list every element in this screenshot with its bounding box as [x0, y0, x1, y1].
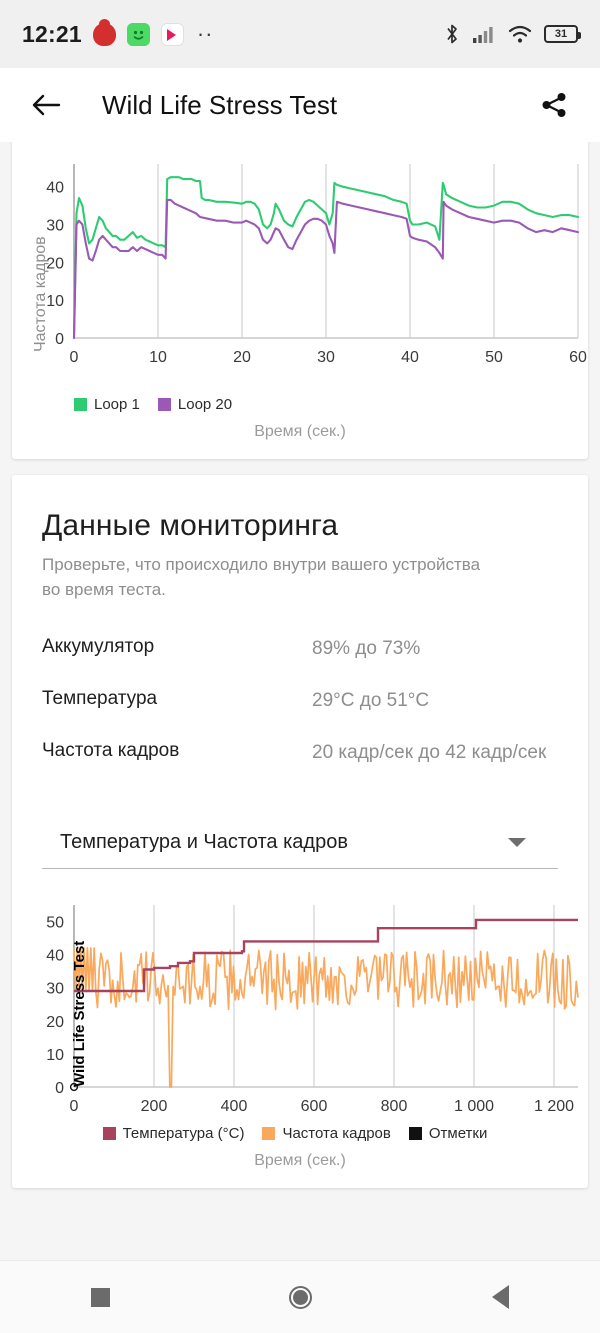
legend-label-loop1: Loop 1	[94, 396, 140, 413]
share-icon	[542, 93, 566, 117]
recents-button[interactable]	[55, 1261, 145, 1333]
svg-text:0: 0	[70, 349, 79, 366]
svg-text:30: 30	[317, 349, 335, 366]
monitoring-key-framerate: Частота кадров	[42, 739, 180, 761]
monitoring-subtitle: Проверьте, что происходило внутри вашего…	[42, 555, 481, 599]
cellular-signal-icon	[473, 27, 493, 43]
monitoring-card: Данные мониторинга Проверьте, что происх…	[12, 475, 588, 1189]
monitoring-value-battery: 89% до 73%	[312, 638, 421, 660]
chart2-x-axis-label: Время (сек.)	[254, 1152, 346, 1170]
temperature-framerate-chart[interactable]: 0 10 20 30 40 50 0 200 400 600 800 1 000 1 200 Wild …	[12, 891, 588, 1121]
home-button[interactable]	[255, 1261, 345, 1333]
green-app-glyph	[126, 22, 150, 46]
back-arrow-icon	[32, 94, 61, 116]
monitoring-key-temperature: Температура	[42, 687, 158, 709]
svg-text:10: 10	[46, 1047, 64, 1064]
chart2-legend: Температура (°C) Частота кадров Отметки	[12, 1121, 588, 1142]
chart-selector-wrap: Температура и Частота кадров	[42, 827, 558, 870]
battery-icon: 31	[544, 25, 581, 43]
svg-text:10: 10	[149, 349, 167, 366]
monitoring-value-framerate: 20 кадр/сек до 42 кадр/сек	[312, 741, 547, 763]
circle-icon	[288, 1285, 312, 1309]
triangle-back-icon	[491, 1285, 509, 1309]
chart1-gridlines	[157, 164, 579, 338]
share-button[interactable]	[532, 83, 576, 127]
overflow-dots-icon: ··	[196, 21, 214, 46]
svg-text:30: 30	[46, 218, 64, 235]
legend-item-marks[interactable]: Отметки	[408, 1125, 488, 1143]
legend-item-framerate[interactable]: Частота кадров	[262, 1125, 391, 1143]
chart2-series	[69, 918, 579, 1092]
monitoring-row-framerate: Частота кадров 20 кадр/сек до 42 кадр/се…	[42, 740, 558, 766]
legend-label-marks: Отметки	[428, 1125, 488, 1143]
fps-loop-chart-svg: 0102030400 10 20 30 40 50 60	[46, 164, 587, 366]
status-bar-right: 31	[444, 23, 581, 45]
chart1-y-axis-label: Частота кадров	[32, 236, 49, 352]
legend-item-loop20[interactable]: Loop 20	[157, 396, 233, 413]
svg-text:0: 0	[55, 331, 64, 348]
square-icon	[90, 1287, 110, 1307]
chevron-down-icon	[508, 838, 526, 848]
chart2-annotation: Wild Life Stress Test	[71, 941, 88, 1087]
bluetooth-icon	[447, 24, 457, 44]
svg-text:20: 20	[46, 1014, 64, 1031]
svg-text:50: 50	[46, 915, 64, 932]
legend-label-framerate: Частота кадров	[282, 1125, 391, 1143]
monitoring-value-temperature: 29°C до 51°C	[312, 689, 430, 711]
battery-level-label: 31	[554, 28, 568, 40]
app-bar: Wild Life Stress Test	[0, 68, 600, 142]
svg-text:40: 40	[401, 349, 419, 366]
monitoring-info: Данные мониторинга Проверьте, что происх…	[12, 475, 588, 817]
svg-text:800: 800	[381, 1098, 408, 1115]
svg-text:50: 50	[485, 349, 503, 366]
svg-text:60: 60	[569, 349, 587, 366]
scroll-content[interactable]: 0 10 20 30 40 0 10 20 30 40 50 60 Частота кадров Lo…	[0, 142, 600, 1260]
legend-swatch-framerate	[262, 1127, 276, 1141]
chart2-tick-labels: 0 10 20 30 40 50 0 200 400 600 800 1 000 1 200	[46, 915, 574, 1115]
play-app-icon	[160, 22, 184, 46]
chart1-legend: Loop 1 Loop 20	[12, 392, 588, 413]
fps-chart-card: 0 10 20 30 40 0 10 20 30 40 50 60 Частота кадров Lo…	[12, 142, 588, 459]
legend-swatch-temperature	[102, 1127, 116, 1141]
legend-item-loop1[interactable]: Loop 1	[74, 396, 140, 413]
chart2-svg: 0 10 20 30 40 50 0 200 400 600 800 1 000 1 200 Wild …	[46, 905, 579, 1115]
back-button[interactable]	[24, 83, 68, 127]
svg-text:30: 30	[46, 981, 64, 998]
fps-loop-chart[interactable]: 0 10 20 30 40 0 10 20 30 40 50 60 Частота кадров	[12, 142, 588, 392]
monitoring-key-battery: Аккумулятор	[42, 636, 155, 658]
legend-swatch-marks	[408, 1127, 422, 1141]
chart1-x-axis-label: Время (сек.)	[254, 423, 346, 440]
page-title: Wild Life Stress Test	[102, 89, 338, 120]
legend-swatch-loop20	[157, 398, 171, 411]
status-bar: 12:21 ·· 31	[0, 0, 600, 68]
monitoring-rows: Аккумулятор 89% до 73% Температура 29°C …	[42, 636, 558, 765]
svg-text:40: 40	[46, 180, 64, 197]
chart-selector[interactable]: Температура и Частота кадров	[42, 827, 558, 870]
svg-text:1 200: 1 200	[534, 1098, 574, 1115]
svg-text:20: 20	[233, 349, 251, 366]
phone-screen: 12:21 ·· 31 Wild Life Stress Test 0 10 2…	[0, 0, 600, 1333]
legend-label-loop20: Loop 20	[177, 396, 233, 413]
svg-text:200: 200	[141, 1098, 168, 1115]
legend-item-temperature[interactable]: Температура (°C)	[102, 1125, 245, 1143]
chart-selector-value: Температура и Частота кадров	[60, 831, 348, 854]
monitoring-row-temperature: Температура 29°C до 51°C	[42, 688, 558, 714]
svg-text:0: 0	[70, 1098, 79, 1115]
svg-text:0: 0	[55, 1080, 64, 1097]
status-bar-clock: 12:21	[22, 20, 82, 47]
legend-swatch-loop1	[74, 398, 87, 411]
android-navigation-bar	[0, 1260, 600, 1333]
svg-text:1 000: 1 000	[454, 1098, 494, 1115]
svg-text:40: 40	[46, 948, 64, 965]
back-nav-button[interactable]	[455, 1261, 545, 1333]
monitoring-row-battery: Аккумулятор 89% до 73%	[42, 636, 558, 662]
svg-text:400: 400	[221, 1098, 248, 1115]
wifi-icon	[508, 25, 532, 43]
monitoring-title: Данные мониторинга	[42, 509, 339, 542]
fire-app-icon	[92, 18, 116, 46]
status-bar-left: 12:21 ··	[22, 18, 214, 48]
svg-text:600: 600	[301, 1098, 328, 1115]
legend-label-temperature: Температура (°C)	[122, 1125, 245, 1143]
green-app-icon	[126, 22, 150, 46]
